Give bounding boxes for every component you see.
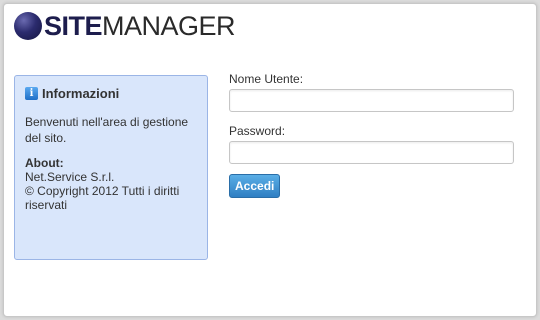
info-header: i Informazioni (25, 86, 119, 101)
about-company: Net.Service S.r.l. (25, 170, 115, 184)
logo-text: SITEMANAGER (44, 10, 236, 41)
password-label: Password: (229, 124, 286, 138)
login-button[interactable]: Accedi (229, 174, 281, 198)
site-logo: SITEMANAGER (14, 10, 236, 42)
info-box: i Informazioni Benvenuti nell'area di ge… (14, 75, 208, 260)
logo-text-site: SITE (44, 10, 103, 41)
username-input[interactable] (229, 89, 514, 112)
login-panel: SITEMANAGER i Informazioni Benvenuti nel… (3, 3, 537, 317)
logo-ball-icon (14, 12, 42, 40)
logo-text-manager: MANAGER (102, 10, 236, 41)
about-title: About: (25, 156, 64, 170)
password-input[interactable] (229, 141, 514, 164)
info-title: Informazioni (42, 86, 120, 101)
about-section: About: Net.Service S.r.l. © Copyright 20… (25, 156, 205, 212)
username-label: Nome Utente: (229, 72, 304, 86)
info-welcome-text: Benvenuti nell'area di gestione del sito… (25, 115, 189, 145)
about-copyright: © Copyright 2012 Tutti i diritti riserva… (25, 184, 180, 212)
info-icon: i (25, 87, 38, 100)
login-form: Nome Utente: Password: Accedi (229, 72, 519, 198)
